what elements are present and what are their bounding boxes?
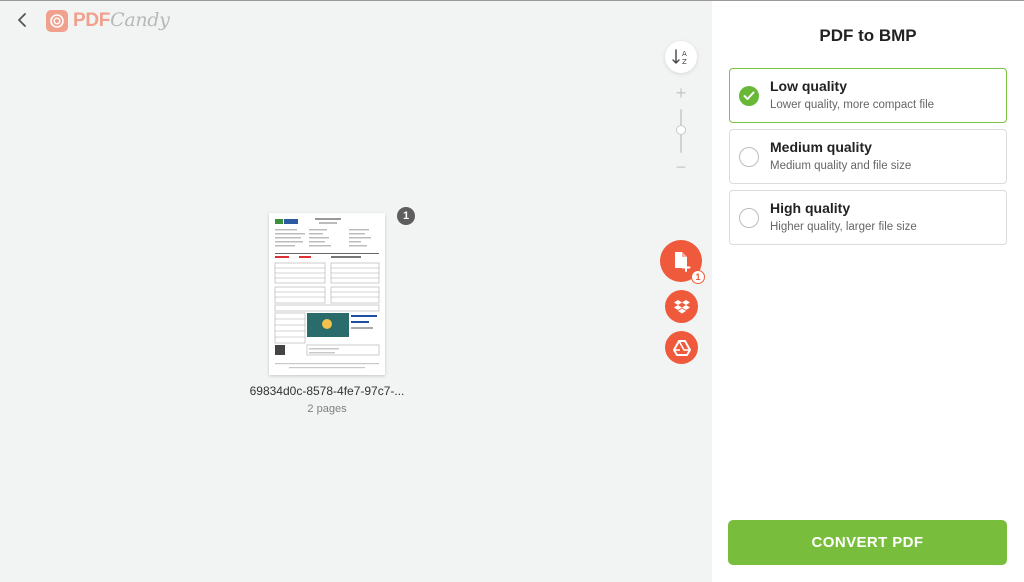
svg-text:A: A [682, 50, 687, 58]
logo-text: PDFCandy [73, 9, 170, 32]
file-name: 69834d0c-8578-4fe7-97c7-... [249, 384, 405, 398]
google-drive-icon [672, 339, 691, 356]
zoom-in-button[interactable]: + [672, 84, 690, 102]
option-high-quality[interactable]: High quality Higher quality, larger file… [729, 190, 1007, 245]
option-description: Higher quality, larger file size [770, 221, 917, 233]
candy-logo-icon [46, 9, 68, 32]
zoom-out-button[interactable]: − [672, 158, 690, 176]
dropbox-button[interactable] [665, 290, 698, 323]
conversion-options-panel: PDF to BMP Low quality Lower quality, mo… [712, 1, 1024, 582]
document-preview-image [269, 213, 385, 375]
google-drive-button[interactable] [665, 331, 698, 364]
logo-text-candy: Candy [110, 9, 170, 31]
radio-unchecked-icon[interactable] [739, 208, 759, 228]
radio-checked-icon[interactable] [739, 86, 759, 106]
option-title: Medium quality [770, 139, 872, 155]
option-description: Lower quality, more compact file [770, 99, 935, 111]
dropbox-icon [673, 299, 690, 313]
radio-unchecked-icon[interactable] [739, 147, 759, 167]
add-file-count-badge: 1 [691, 270, 705, 284]
pdfcandy-logo[interactable]: PDFCandy [46, 9, 170, 32]
option-description: Medium quality and file size [770, 160, 912, 172]
file-order-badge: 1 [397, 207, 415, 225]
sort-az-icon: A Z [672, 49, 687, 66]
zoom-slider-handle[interactable] [676, 125, 686, 135]
sort-az-button[interactable]: A Z [665, 41, 697, 73]
convert-pdf-button[interactable]: CONVERT PDF [728, 520, 1007, 565]
logo-text-pdf: PDF [73, 10, 111, 31]
back-button[interactable] [12, 10, 32, 30]
panel-title: PDF to BMP [819, 26, 917, 45]
option-title: High quality [770, 200, 851, 216]
add-file-icon [675, 252, 691, 272]
pdf-file-thumbnail[interactable] [269, 213, 385, 375]
file-page-count: 2 pages [307, 403, 347, 415]
option-low-quality[interactable]: Low quality Lower quality, more compact … [729, 68, 1007, 123]
option-medium-quality[interactable]: Medium quality Medium quality and file s… [729, 129, 1007, 184]
chevron-left-icon [18, 13, 26, 27]
option-title: Low quality [770, 78, 847, 94]
svg-text:Z: Z [682, 58, 687, 66]
